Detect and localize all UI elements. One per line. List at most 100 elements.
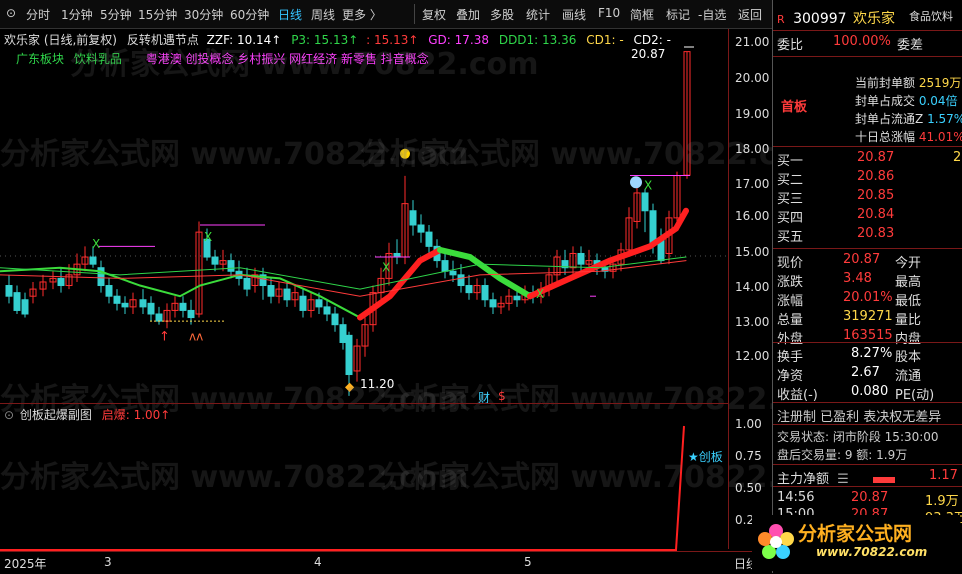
sub-tick: 0.75 — [735, 449, 762, 463]
candle-body — [425, 231, 433, 247]
logo-url: www.70822.com — [816, 545, 928, 559]
stat-label: 换手 — [777, 350, 804, 365]
bid-price: 20.87 — [857, 150, 895, 165]
bid-row[interactable]: 买四 20.84 — [777, 207, 894, 226]
bid-row[interactable]: 买五 20.83 — [777, 226, 894, 245]
registration-info: 注册制 已盈利 表决权无差异 — [777, 410, 942, 425]
stat-row: 收益(-) 0.080 PE(动) — [777, 384, 934, 403]
x-signal-marker: X — [204, 230, 212, 244]
logo-text: 分析家公式网 — [798, 523, 913, 545]
multi-stock-button[interactable]: 多股 — [490, 6, 514, 23]
f10-button[interactable]: F10 — [598, 6, 620, 20]
price-tick: 19.00 — [735, 107, 770, 121]
stat-value: 20.87 — [843, 252, 881, 267]
fuquan-button[interactable]: 复权 — [422, 6, 446, 23]
tab-5min[interactable]: 5分钟 — [100, 6, 132, 23]
tick-row: 14:56 20.87 1.9万 — [777, 490, 959, 509]
sub-tick: 0.50 — [735, 481, 762, 495]
candle-body — [489, 299, 497, 308]
bid-row[interactable]: 买二 20.86 — [777, 169, 894, 188]
bid-label: 买四 — [777, 211, 804, 226]
self-select-button[interactable]: -自选 — [698, 6, 726, 23]
stock-name: 欢乐家 — [853, 11, 896, 27]
stat-label-2: 今开 — [895, 256, 922, 271]
stat-label: 净资 — [777, 369, 804, 384]
stock-code: 300997 — [793, 11, 847, 27]
weibi-value: 100.00% — [833, 34, 891, 49]
stat-label: 涨跌 — [777, 275, 804, 290]
bid-row[interactable]: 买三 20.85 — [777, 188, 894, 207]
stat-value: 2.67 — [851, 365, 880, 380]
divider — [773, 486, 962, 487]
candle-body — [89, 256, 97, 265]
stat-label-2: 流通 — [895, 369, 922, 384]
toolbar-divider — [414, 4, 415, 24]
sub-chart-tag: ★创板 — [688, 450, 723, 464]
weicha-label: 委差 — [897, 38, 924, 53]
sub-chart-title-bar: ⊙ 创板起爆副图 启爆: 1.00↑ — [4, 406, 170, 423]
seal-ratio-value: 0.04倍 — [918, 94, 958, 108]
x-signal-marker: X — [92, 237, 100, 251]
tab-fenshi[interactable]: 分时 — [26, 6, 50, 23]
candle-body — [147, 302, 155, 315]
candle-body — [345, 334, 353, 376]
ten-day-value: 41.01% — [918, 130, 962, 144]
tab-15min[interactable]: 15分钟 — [138, 6, 177, 23]
statistics-button[interactable]: 统计 — [526, 6, 550, 23]
bid-volume: 2 — [953, 150, 962, 165]
overlay-button[interactable]: 叠加 — [456, 6, 480, 23]
weibi-label: 委比 — [777, 38, 804, 53]
stat-label: 总量 — [777, 313, 804, 328]
seal-amount-value: 2519万 — [918, 76, 962, 90]
sub-chart-title[interactable]: 创板起爆副图 — [20, 408, 92, 422]
tab-30min[interactable]: 30分钟 — [184, 6, 223, 23]
tab-60min[interactable]: 60分钟 — [230, 6, 269, 23]
seal-amount-label: 当前封单额 — [855, 76, 916, 90]
industry-label[interactable]: 食品饮料 — [909, 8, 953, 24]
stat-value: 319271 — [843, 309, 893, 324]
stat-row: 总量 319271 量比 — [777, 309, 921, 328]
tab-more[interactable]: 更多 〉 — [342, 6, 382, 23]
tab-weekly[interactable]: 周线 — [311, 6, 335, 23]
collapse-icon[interactable]: ⊙ — [4, 408, 14, 422]
candle-body — [409, 210, 417, 226]
candlestick-canvas: X X X X X ↑ ʌʌ ◆ — [0, 46, 728, 396]
stat-row: 涨幅 20.01% 最低 — [777, 290, 921, 309]
quote-panel: R 300997 欢乐家 食品饮料 委比 100.00% 委差 首板 当前封单额… — [772, 0, 962, 573]
candle-body — [121, 302, 129, 308]
x-tick: 2025年 — [4, 557, 47, 571]
candle-body — [331, 313, 339, 326]
stat-row: 净资 2.67 流通 — [777, 365, 921, 384]
divider — [773, 424, 962, 425]
price-chart[interactable]: 欢乐家 (日线,前复权) 反转机遇节点 ZZF: 10.14↑ P3: 15.1… — [0, 29, 849, 417]
bid-price: 20.86 — [857, 169, 895, 184]
stock-header: R 300997 欢乐家 — [777, 8, 896, 27]
main-flow: 主力净额 ☰ 1.17 — [777, 468, 958, 487]
chevron-left-icon[interactable]: ⊙ — [6, 6, 16, 20]
list-icon[interactable]: ☰ — [837, 472, 849, 487]
stat-label: 收益(-) — [777, 388, 818, 403]
back-button[interactable]: 返回 — [738, 6, 762, 23]
stat-label: 外盘 — [777, 332, 804, 347]
tab-1min[interactable]: 1分钟 — [61, 6, 93, 23]
stat-value: 0.080 — [851, 384, 889, 399]
draw-line-button[interactable]: 画线 — [562, 6, 586, 23]
bid-price: 20.83 — [857, 226, 895, 241]
price-tick: 16.00 — [735, 209, 770, 223]
bid-row[interactable]: 买一 20.87 2 — [777, 150, 961, 169]
dividend-marker[interactable]: $ — [498, 389, 506, 403]
stat-label-2: 最高 — [895, 275, 922, 290]
candle-body — [139, 299, 147, 308]
sub-indicator-chart[interactable]: ⊙ 创板起爆副图 启爆: 1.00↑ ★创板 分析家公式网 www.70822.… — [0, 403, 849, 552]
bid-label: 买一 — [777, 154, 804, 169]
candle-body — [227, 260, 235, 272]
sub-chart-canvas — [0, 425, 685, 551]
tab-daily[interactable]: 日线 — [278, 6, 302, 23]
price-tick: 21.00 — [735, 35, 770, 49]
price-tick: 13.00 — [735, 315, 770, 329]
simple-frame-button[interactable]: 简框 — [630, 6, 654, 23]
mark-button[interactable]: 标记 — [666, 6, 690, 23]
seal-float-value: 1.57% — [927, 112, 962, 126]
seal-info: 当前封单额 2519万 封单占成交 0.04倍 封单占流通Z 1.57% 十日总… — [855, 74, 962, 146]
candle-body — [513, 295, 521, 301]
